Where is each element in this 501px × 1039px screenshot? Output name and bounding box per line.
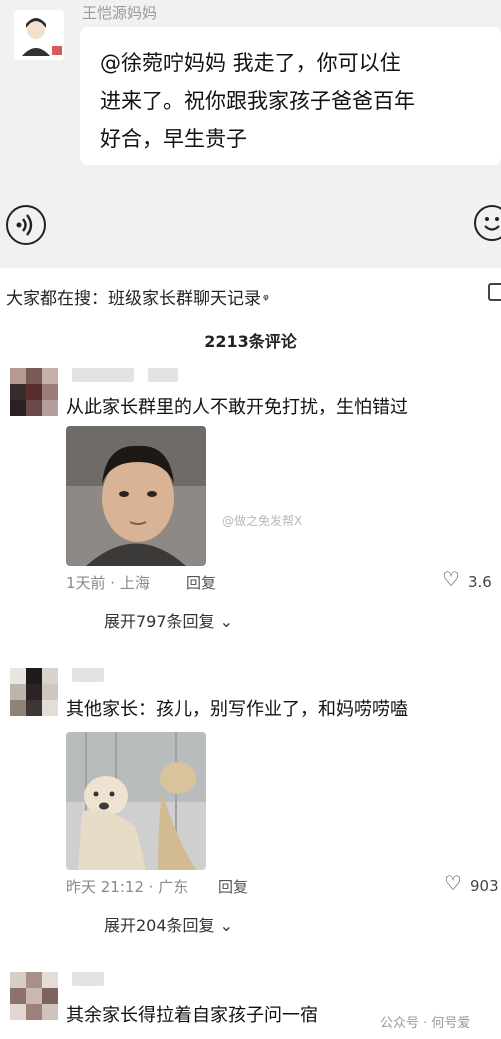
message-line: 好合，早生贵子 bbox=[100, 127, 247, 151]
reply-button[interactable]: 回复 bbox=[186, 572, 216, 593]
like-count: 3.6 bbox=[468, 573, 492, 591]
message-line: @徐菀咛妈妈 我走了，你可以住 bbox=[100, 51, 401, 75]
avatar-illustration-icon bbox=[22, 18, 62, 56]
comment-text: 其余家长得拉着自家孩子问一宿 bbox=[66, 1005, 318, 1026]
comment-text: 其他家长：孩儿，别写作业了，和妈唠唠嗑 bbox=[66, 699, 408, 720]
search-prefix: 大家都在搜： bbox=[6, 289, 108, 309]
comment-time-location: 1天前 · 上海 bbox=[66, 574, 150, 592]
share-icon[interactable] bbox=[488, 283, 501, 301]
image-watermark: @做之免发帮X bbox=[222, 514, 303, 528]
chevron-down-icon: ⌄ bbox=[219, 612, 234, 631]
sender-name: 王恺源妈妈 bbox=[82, 4, 158, 22]
expand-replies-label: 展开204条回复 bbox=[104, 916, 215, 935]
blurred-avatar-icon bbox=[10, 972, 58, 1020]
sender-avatar[interactable] bbox=[14, 10, 64, 60]
dogs-meme-icon bbox=[66, 732, 206, 870]
commenter-name-blurred[interactable] bbox=[72, 972, 104, 986]
voice-input-button[interactable] bbox=[6, 205, 46, 245]
message-line: 进来了。祝你跟我家孩子爸爸百年 bbox=[100, 89, 415, 113]
commenter-avatar[interactable] bbox=[10, 668, 58, 716]
search-query: 班级家长群聊天记录 bbox=[108, 289, 261, 309]
heart-icon[interactable]: ♡ bbox=[444, 871, 462, 895]
expand-replies-button[interactable]: 展开204条回复 ⌄ bbox=[104, 912, 233, 936]
like-count: 903 bbox=[470, 877, 499, 895]
search-suggestion[interactable]: 大家都在搜：班级家长群聊天记录 ᵠ bbox=[6, 284, 269, 309]
comment-image[interactable] bbox=[66, 732, 206, 870]
emoji-button[interactable] bbox=[474, 205, 501, 241]
smiley-icon bbox=[484, 217, 500, 231]
comment-count: 2213条评论 bbox=[204, 332, 297, 351]
comment-time-location: 昨天 21:12 · 广东 bbox=[66, 878, 189, 896]
message-text: @徐菀咛妈妈 我走了，你可以住 进来了。祝你跟我家孩子爸爸百年 好合，早生贵子 bbox=[100, 44, 490, 158]
commenter-name-blurred[interactable] bbox=[72, 368, 134, 382]
man-face-meme-icon bbox=[66, 426, 206, 566]
commenter-badge-blurred bbox=[148, 368, 178, 382]
comment-image[interactable] bbox=[66, 426, 206, 566]
expand-replies-label: 展开797条回复 bbox=[104, 612, 215, 631]
blurred-avatar-icon bbox=[10, 668, 58, 716]
comment-text: 从此家长群里的人不敢开免打扰，生怕错过 bbox=[66, 397, 408, 418]
heart-icon[interactable]: ♡ bbox=[442, 567, 460, 591]
blurred-avatar-icon bbox=[10, 368, 58, 416]
footer-watermark: 公众号 · 何号爱 bbox=[380, 1016, 471, 1031]
commenter-avatar[interactable] bbox=[10, 972, 58, 1020]
search-icon: ᵠ bbox=[263, 292, 269, 308]
chevron-down-icon: ⌄ bbox=[219, 916, 234, 935]
voice-icon bbox=[16, 214, 33, 236]
commenter-name-blurred[interactable] bbox=[72, 668, 104, 682]
commenter-avatar[interactable] bbox=[10, 368, 58, 416]
reply-button[interactable]: 回复 bbox=[218, 876, 248, 897]
expand-replies-button[interactable]: 展开797条回复 ⌄ bbox=[104, 608, 233, 632]
